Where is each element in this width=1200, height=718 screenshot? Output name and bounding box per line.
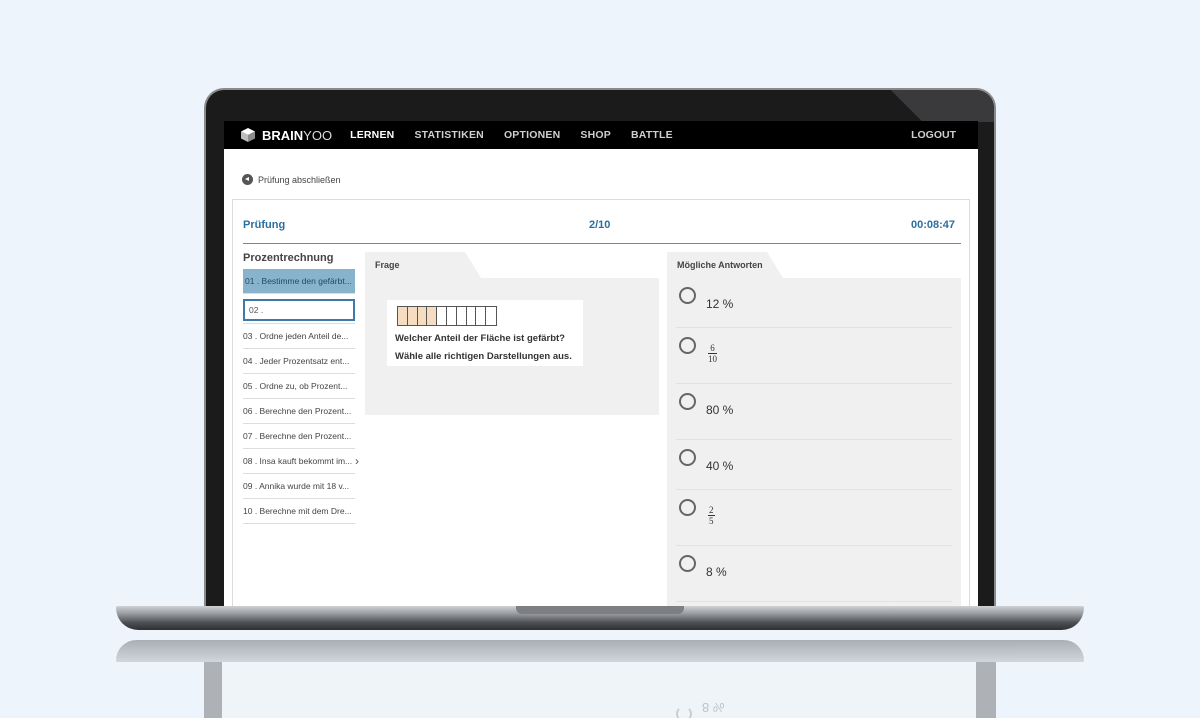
question-item-03[interactable]: 03 . Ordne jeden Anteil de... xyxy=(243,324,355,349)
nav-battle[interactable]: BATTLE xyxy=(631,129,673,141)
answer-option-6[interactable]: 8 % xyxy=(676,546,952,602)
logout-link[interactable]: LOGOUT xyxy=(911,129,956,141)
laptop-base xyxy=(116,606,1084,630)
answer-label: 12 % xyxy=(706,297,734,311)
laptop-notch xyxy=(516,606,684,614)
cube-logo-icon xyxy=(241,128,255,142)
grid-cell-empty xyxy=(456,307,467,325)
laptop-reflection: 8 % xyxy=(116,640,1084,718)
grid-cell-filled xyxy=(417,307,428,325)
exam-title: Prüfung xyxy=(243,219,286,231)
fraction-denominator: 5 xyxy=(709,516,714,526)
top-navbar: BRAIN YOO LERNEN STATISTIKEN OPTIONEN SHO… xyxy=(224,121,978,149)
question-list: Prozentrechnung 01 . Bestimme den gefärb… xyxy=(243,252,355,524)
question-item-06[interactable]: 06 . Berechne den Prozent... xyxy=(243,399,355,424)
finish-exam-link[interactable]: Prüfung abschließen xyxy=(242,174,341,185)
grid-cell-empty xyxy=(476,307,487,325)
exam-progress: 2/10 xyxy=(589,219,611,231)
nav-statistiken[interactable]: STATISTIKEN xyxy=(414,129,483,141)
exam-header: Prüfung 2/10 00:08:47 xyxy=(243,200,961,244)
fraction-numerator: 6 xyxy=(708,343,717,354)
nav-optionen[interactable]: OPTIONEN xyxy=(504,129,560,141)
grid-cell-filled xyxy=(407,307,418,325)
radio-button[interactable] xyxy=(679,555,696,572)
exam-panel: Prüfung 2/10 00:08:47 Prozentrechnung 01… xyxy=(232,199,970,606)
grid-cell-empty xyxy=(437,307,447,325)
radio-button[interactable] xyxy=(679,449,696,466)
lid-shine xyxy=(854,90,994,122)
brand-name-bold: BRAIN xyxy=(262,127,304,143)
grid-cell-empty xyxy=(446,307,457,325)
answer-fraction: 6 10 xyxy=(708,343,717,364)
answers-body: 12 % 6 10 80 % 40 % 2 5 8 % xyxy=(667,278,961,606)
nav-lernen[interactable]: LERNEN xyxy=(350,129,394,141)
radio-button[interactable] xyxy=(679,337,696,354)
question-item-08[interactable]: 08 . Insa kauft bekommt im... xyxy=(243,449,355,474)
back-arrow-icon xyxy=(242,174,253,185)
answer-fraction: 2 5 xyxy=(708,505,715,526)
grid-cell-filled xyxy=(398,307,408,325)
answer-label: 80 % xyxy=(706,403,734,417)
fraction-numerator: 2 xyxy=(708,505,715,516)
answer-option-1[interactable]: 12 % xyxy=(676,278,952,328)
question-item-09[interactable]: 09 . Annika wurde mit 18 v... xyxy=(243,474,355,499)
exam-timer: 00:08:47 xyxy=(910,219,955,231)
question-item-04[interactable]: 04 . Jeder Prozentsatz ent... xyxy=(243,349,355,374)
radio-button[interactable] xyxy=(679,499,696,516)
answer-option-3[interactable]: 80 % xyxy=(676,384,952,440)
question-body: Welcher Anteil der Fläche ist gefärbt? W… xyxy=(365,278,659,415)
fraction-denominator: 10 xyxy=(708,354,717,364)
answer-option-5[interactable]: 2 5 xyxy=(676,490,952,546)
question-item-05[interactable]: 05 . Ordne zu, ob Prozent... xyxy=(243,374,355,399)
question-text-line-2: Wähle alle richtigen Darstellungen aus. xyxy=(395,351,572,362)
grid-cell-filled xyxy=(427,307,438,325)
nav-shop[interactable]: SHOP xyxy=(580,129,611,141)
question-item-02-label: 02 . xyxy=(243,299,355,321)
grid-cell-empty xyxy=(466,307,477,325)
question-item-02[interactable]: 02 . xyxy=(243,294,355,324)
question-text-line-1: Welcher Anteil der Fläche ist gefärbt? xyxy=(395,333,565,344)
answers-tab: Mögliche Antworten xyxy=(667,252,783,278)
question-tab: Frage xyxy=(365,252,481,278)
question-item-01[interactable]: 01 . Bestimme den gefärbt... xyxy=(243,269,355,294)
topic-title: Prozentrechnung xyxy=(243,252,334,264)
brand-logo[interactable]: BRAIN YOO xyxy=(240,127,332,143)
radio-button[interactable] xyxy=(679,393,696,410)
answer-option-2[interactable]: 6 10 xyxy=(676,328,952,384)
question-item-07[interactable]: 07 . Berechne den Prozent... xyxy=(243,424,355,449)
finish-exam-label: Prüfung abschließen xyxy=(258,174,341,185)
question-item-10[interactable]: 10 . Berechne mit dem Dre... xyxy=(243,499,355,524)
reflection-radio xyxy=(676,706,692,718)
chevron-right-icon[interactable]: › xyxy=(355,454,359,468)
question-section: Frage Welcher Anteil der Fläche ist gefä… xyxy=(365,252,659,415)
answer-label: 40 % xyxy=(706,459,734,473)
reflection-screen xyxy=(222,662,976,718)
question-card: Welcher Anteil der Fläche ist gefärbt? W… xyxy=(387,300,583,366)
brand-name-thin: YOO xyxy=(303,127,333,143)
grid-cell-empty xyxy=(486,307,496,325)
answer-label: 8 % xyxy=(706,565,727,579)
laptop-lid: BRAIN YOO LERNEN STATISTIKEN OPTIONEN SHO… xyxy=(204,88,996,606)
answers-section: Mögliche Antworten 12 % 6 10 80 % 40 % 2… xyxy=(667,252,961,606)
fraction-grid xyxy=(397,306,497,326)
reflection-base xyxy=(116,640,1084,662)
answer-option-4[interactable]: 40 % xyxy=(676,440,952,490)
radio-button[interactable] xyxy=(679,287,696,304)
app-screen: BRAIN YOO LERNEN STATISTIKEN OPTIONEN SHO… xyxy=(224,121,978,606)
reflection-answer-text: 8 % xyxy=(702,700,725,715)
